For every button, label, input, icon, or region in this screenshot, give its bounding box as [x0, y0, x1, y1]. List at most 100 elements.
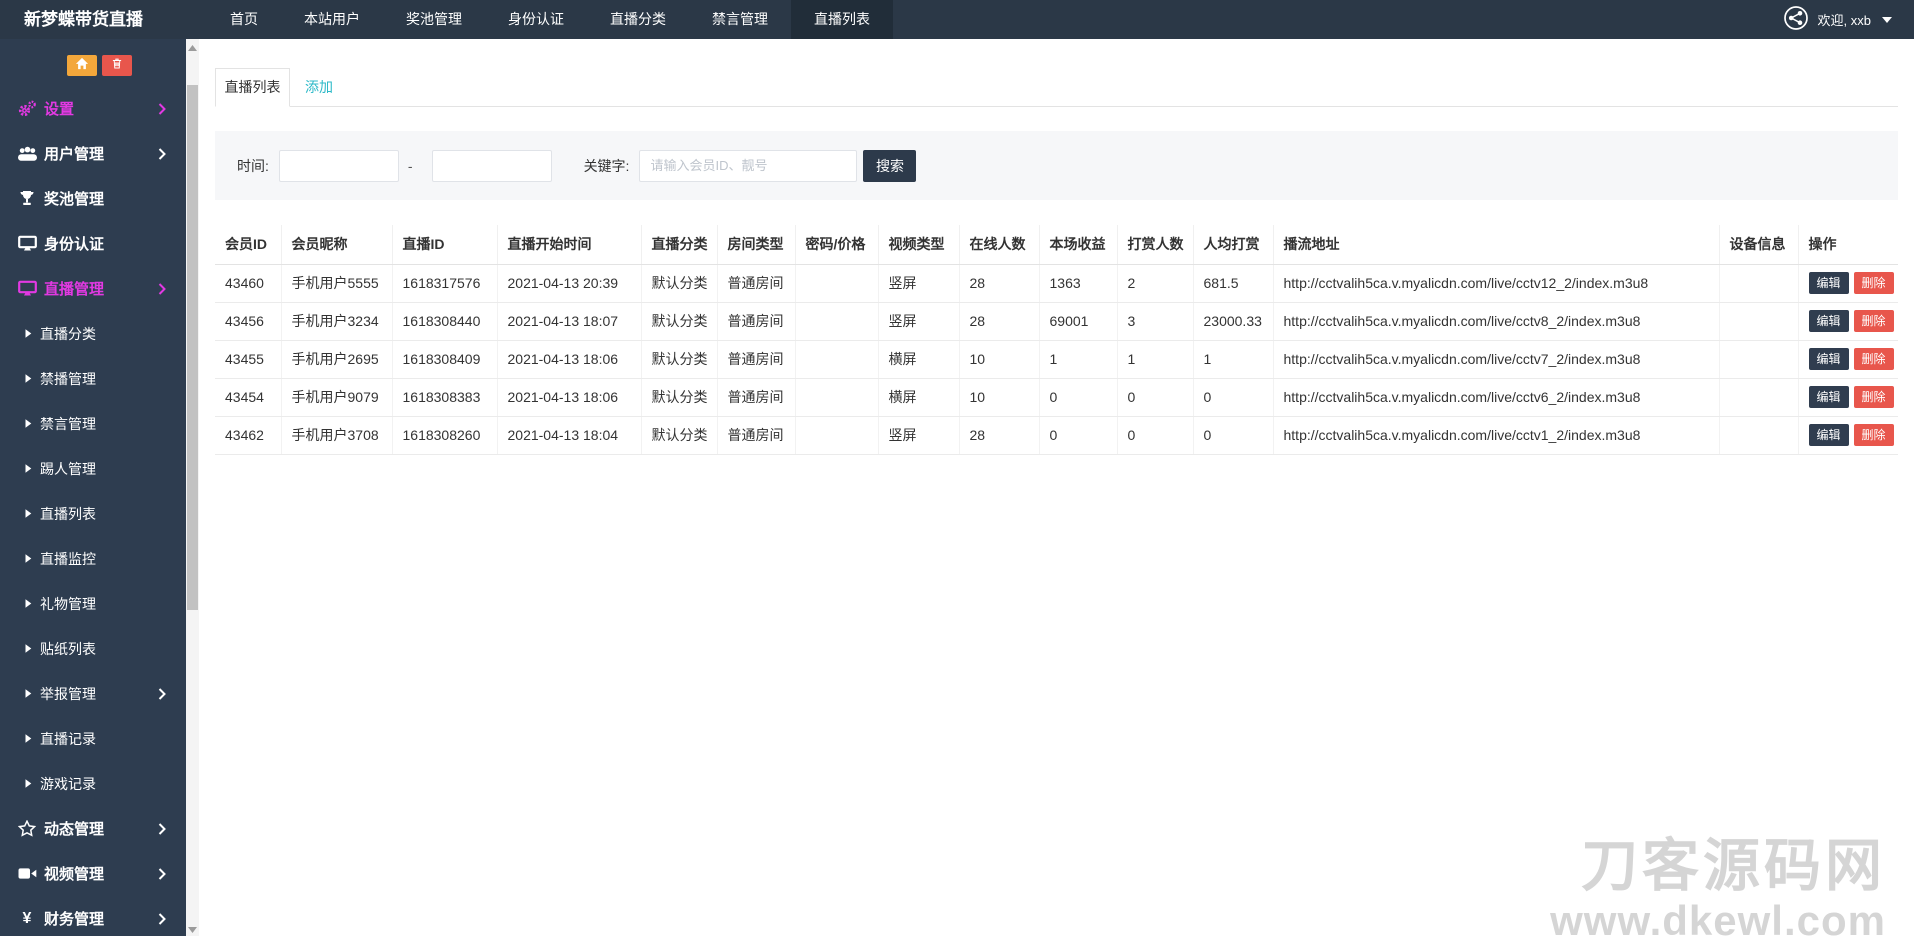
time-end-input[interactable] — [432, 150, 552, 182]
actions-cell: 编辑删除 — [1798, 416, 1898, 454]
table-cell — [1719, 302, 1798, 340]
topnav-item-4[interactable]: 身份认证 — [485, 0, 587, 39]
sidebar-item-19[interactable]: ¥财务管理 — [0, 896, 186, 936]
topnav-items: 首页本站用户奖池管理身份认证直播分类禁言管理直播列表 — [207, 0, 893, 39]
table-cell: 默认分类 — [641, 378, 717, 416]
table-cell: 手机用户9079 — [281, 378, 392, 416]
edit-button[interactable]: 编辑 — [1809, 386, 1849, 408]
topnav-item-3[interactable]: 奖池管理 — [383, 0, 485, 39]
table-cell: 681.5 — [1193, 264, 1273, 302]
table-cell: 2021-04-13 18:04 — [497, 416, 641, 454]
delete-button[interactable]: 删除 — [1854, 424, 1894, 446]
table-cell: 手机用户3708 — [281, 416, 392, 454]
submenu-arrow-icon — [25, 779, 32, 788]
table-cell: 43462 — [215, 416, 281, 454]
table-cell: 1 — [1117, 340, 1193, 378]
sidebar-item-label: 设置 — [44, 98, 74, 119]
table-row: 43462手机用户370816183082602021-04-13 18:04默… — [215, 416, 1898, 454]
sidebar-item-label: 直播记录 — [40, 729, 96, 749]
tab-add[interactable]: 添加 — [290, 68, 348, 107]
stream-url-cell: http://cctvalih5ca.v.myalicdn.com/live/c… — [1273, 264, 1719, 302]
table-cell — [795, 416, 878, 454]
sidebar-item-17[interactable]: 动态管理 — [0, 806, 186, 851]
table-cell: 2021-04-13 18:06 — [497, 378, 641, 416]
sidebar-item-5[interactable]: 直播管理 — [0, 266, 186, 311]
submenu-arrow-icon — [25, 509, 32, 518]
sidebar-item-18[interactable]: 视频管理 — [0, 851, 186, 896]
scrollbar-down-arrow[interactable] — [186, 922, 199, 935]
table-cell: 1 — [1039, 340, 1117, 378]
sidebar-item-13[interactable]: 贴纸列表 — [0, 626, 186, 671]
table-cell: 手机用户2695 — [281, 340, 392, 378]
time-range-separator: - — [408, 158, 413, 174]
sidebar-item-14[interactable]: 举报管理 — [0, 671, 186, 716]
topnav-item-7[interactable]: 直播列表 — [791, 0, 893, 39]
sidebar-item-1[interactable]: 设置 — [0, 86, 186, 131]
scrollbar-thumb[interactable] — [187, 85, 198, 610]
camera-icon — [13, 866, 41, 881]
delete-button[interactable]: 删除 — [1854, 310, 1894, 332]
chevron-right-icon — [158, 868, 166, 880]
topnav-item-5[interactable]: 直播分类 — [587, 0, 689, 39]
arrow-down-icon — [188, 920, 197, 936]
search-button[interactable]: 搜索 — [863, 150, 916, 182]
topnav-item-2[interactable]: 本站用户 — [281, 0, 383, 39]
delete-button[interactable]: 删除 — [1854, 348, 1894, 370]
sidebar-item-label: 禁言管理 — [40, 414, 96, 434]
keyword-input[interactable] — [639, 150, 857, 182]
user-menu[interactable]: 欢迎, xxb — [1783, 0, 1892, 39]
sidebar-item-3[interactable]: 奖池管理 — [0, 176, 186, 221]
home-button[interactable] — [67, 55, 97, 76]
arrow-up-icon — [188, 38, 197, 56]
table-cell: 43455 — [215, 340, 281, 378]
sidebar-item-2[interactable]: 用户管理 — [0, 131, 186, 176]
delete-button[interactable]: 删除 — [1854, 272, 1894, 294]
table-cell — [1719, 378, 1798, 416]
sidebar-item-15[interactable]: 直播记录 — [0, 716, 186, 761]
table-cell: 普通房间 — [717, 378, 795, 416]
sidebar-item-6[interactable]: 直播分类 — [0, 311, 186, 356]
time-start-input[interactable] — [279, 150, 399, 182]
sidebar-item-9[interactable]: 踢人管理 — [0, 446, 186, 491]
trash-button[interactable] — [102, 55, 132, 76]
scrollbar-up-arrow[interactable] — [186, 40, 199, 53]
trophy-icon — [13, 190, 41, 207]
sidebar-item-label: 动态管理 — [44, 818, 104, 839]
edit-button[interactable]: 编辑 — [1809, 272, 1849, 294]
sidebar-item-12[interactable]: 礼物管理 — [0, 581, 186, 626]
submenu-arrow-icon — [25, 329, 32, 338]
sidebar-item-label: 踢人管理 — [40, 459, 96, 479]
welcome-text: 欢迎, xxb — [1818, 10, 1871, 29]
yen-icon: ¥ — [13, 910, 41, 928]
sidebar-item-10[interactable]: 直播列表 — [0, 491, 186, 536]
table-cell: 手机用户5555 — [281, 264, 392, 302]
edit-button[interactable]: 编辑 — [1809, 424, 1849, 446]
topnav-item-6[interactable]: 禁言管理 — [689, 0, 791, 39]
sidebar-item-7[interactable]: 禁播管理 — [0, 356, 186, 401]
column-header-4: 直播开始时间 — [497, 225, 641, 264]
edit-button[interactable]: 编辑 — [1809, 348, 1849, 370]
sidebar-quick-buttons — [67, 55, 186, 76]
tab-live-list[interactable]: 直播列表 — [215, 68, 290, 107]
topnav-item-1[interactable]: 首页 — [207, 0, 281, 39]
edit-button[interactable]: 编辑 — [1809, 310, 1849, 332]
table-cell: 竖屏 — [878, 302, 959, 340]
sidebar-item-label: 直播管理 — [44, 278, 104, 299]
sidebar-item-label: 身份认证 — [44, 233, 104, 254]
stream-url-cell: http://cctvalih5ca.v.myalicdn.com/live/c… — [1273, 416, 1719, 454]
sidebar-item-label: 奖池管理 — [44, 188, 104, 209]
top-navbar: 新梦蝶带货直播 首页本站用户奖池管理身份认证直播分类禁言管理直播列表 欢迎, x… — [0, 0, 1914, 39]
sidebar-item-16[interactable]: 游戏记录 — [0, 761, 186, 806]
table-cell: 69001 — [1039, 302, 1117, 340]
delete-button[interactable]: 删除 — [1854, 386, 1894, 408]
table-cell — [795, 340, 878, 378]
column-header-10: 本场收益 — [1039, 225, 1117, 264]
column-header-6: 房间类型 — [717, 225, 795, 264]
sidebar-item-4[interactable]: 身份认证 — [0, 221, 186, 266]
sidebar-item-11[interactable]: 直播监控 — [0, 536, 186, 581]
table-cell: 1618308383 — [392, 378, 497, 416]
sidebar-item-8[interactable]: 禁言管理 — [0, 401, 186, 446]
sidebar-scrollbar[interactable] — [186, 39, 199, 936]
table-cell: 28 — [959, 264, 1039, 302]
sidebar-item-label: 禁播管理 — [40, 369, 96, 389]
